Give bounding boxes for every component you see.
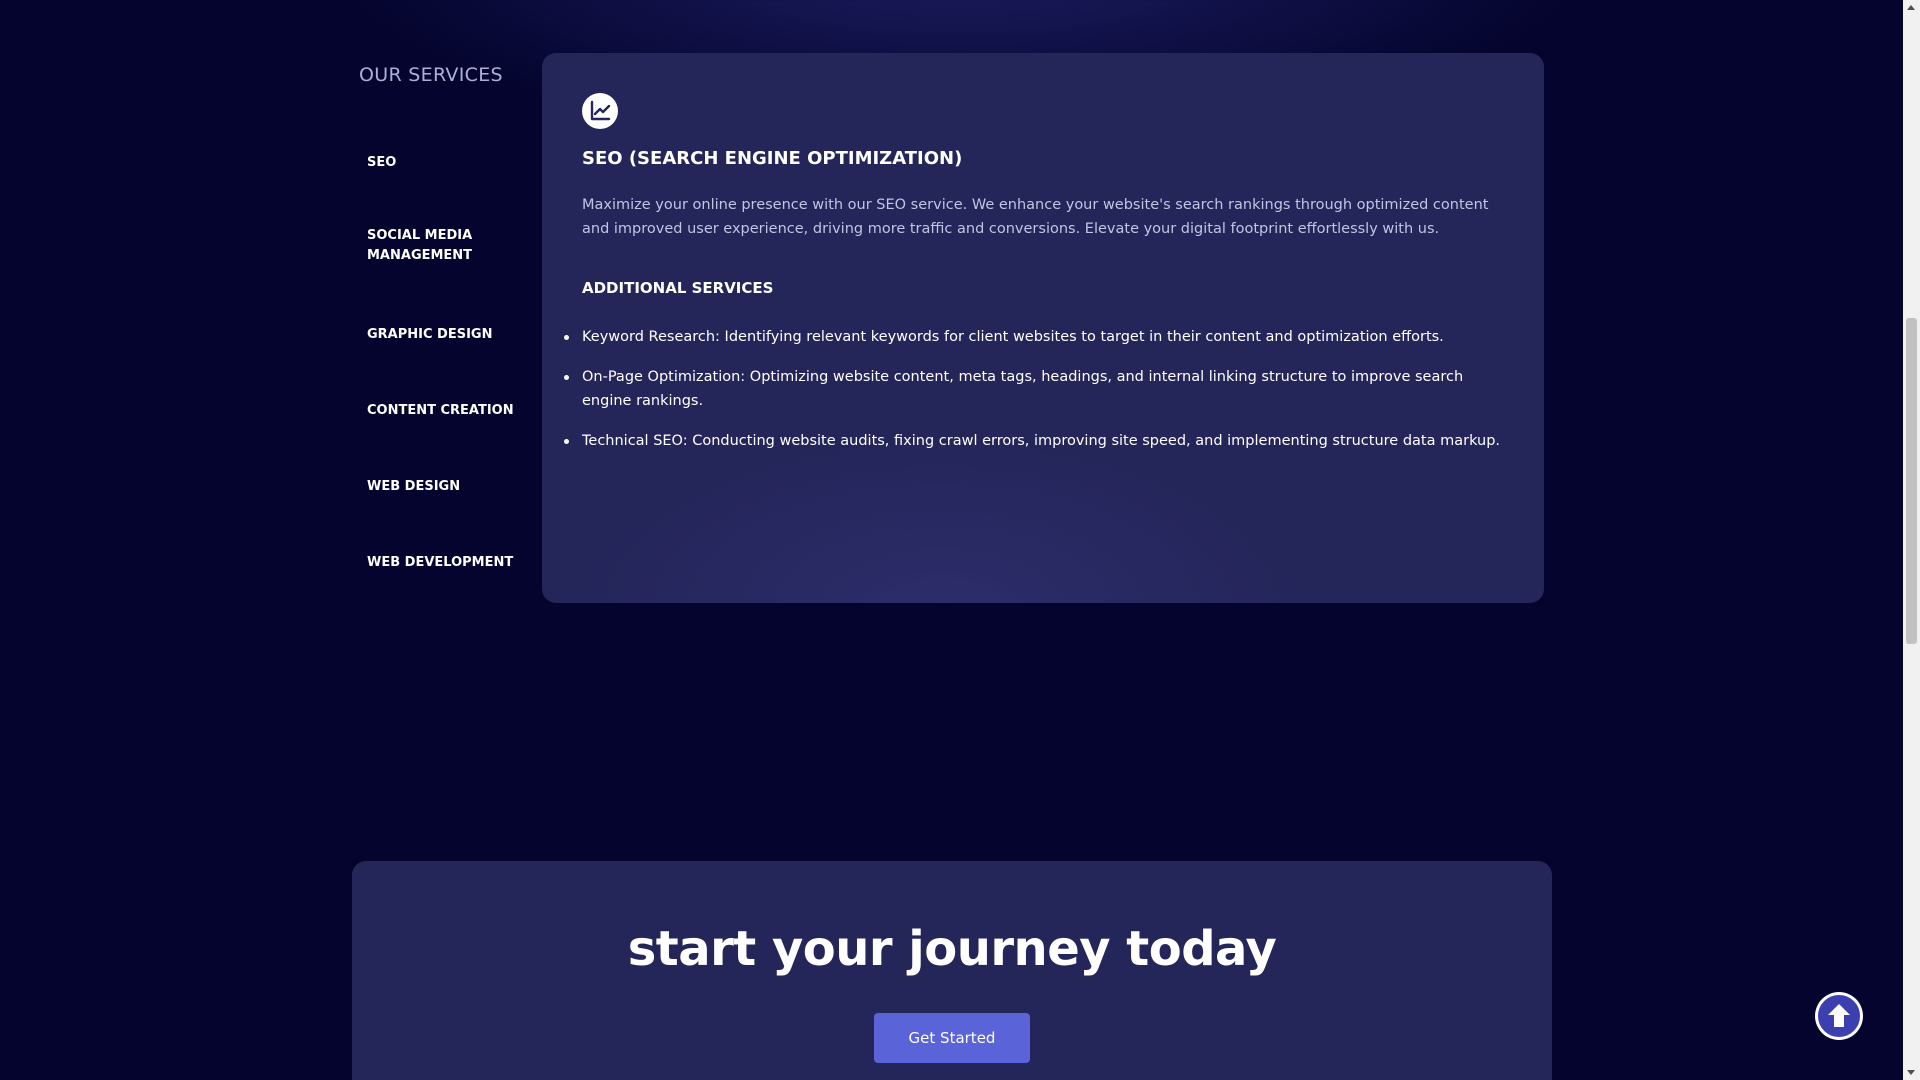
- line-chart-icon: [582, 93, 618, 129]
- list-item: On-Page Optimization: Optimizing website…: [564, 365, 1502, 413]
- sidebar-item-graphic-design[interactable]: GRAPHIC DESIGN: [367, 325, 527, 345]
- scroll-up-arrow-icon[interactable]: [1907, 5, 1915, 10]
- scroll-down-arrow-icon[interactable]: [1907, 1070, 1915, 1075]
- sidebar-item-seo[interactable]: SEO: [367, 153, 527, 173]
- service-description: Maximize your online presence with our S…: [582, 197, 1489, 237]
- sidebar-item-content-creation[interactable]: CONTENT CREATION: [367, 401, 527, 421]
- service-title: SEO (SEARCH ENGINE OPTIMIZATION): [582, 148, 963, 169]
- page-scrollbar[interactable]: [1903, 0, 1920, 1080]
- additional-services-heading: ADDITIONAL SERVICES: [582, 279, 774, 297]
- sidebar-item-web-development[interactable]: WEB DEVELOPMENT: [367, 553, 527, 573]
- scroll-to-top-button[interactable]: [1815, 992, 1863, 1040]
- cta-section: start your journey today Get Started: [352, 861, 1552, 1080]
- arrow-up-circle-icon: [1816, 993, 1862, 1039]
- additional-services-list: Keyword Research: Identifying relevant k…: [564, 325, 1502, 469]
- cta-title: start your journey today: [627, 921, 1277, 977]
- scrollbar-thumb[interactable]: [1906, 318, 1917, 644]
- sidebar-item-web-design[interactable]: WEB DESIGN: [367, 477, 527, 497]
- get-started-button[interactable]: Get Started: [874, 1013, 1030, 1063]
- service-detail-card: SEO (SEARCH ENGINE OPTIMIZATION) Maximiz…: [542, 53, 1544, 603]
- list-item: Keyword Research: Identifying relevant k…: [564, 325, 1502, 349]
- page: OUR SERVICES SEO SOCIAL MEDIA MANAGEMENT…: [0, 0, 1903, 1080]
- sidebar-item-social-media-management[interactable]: SOCIAL MEDIA MANAGEMENT: [367, 226, 527, 266]
- list-item: Technical SEO: Conducting website audits…: [564, 429, 1502, 453]
- services-heading: OUR SERVICES: [359, 64, 503, 86]
